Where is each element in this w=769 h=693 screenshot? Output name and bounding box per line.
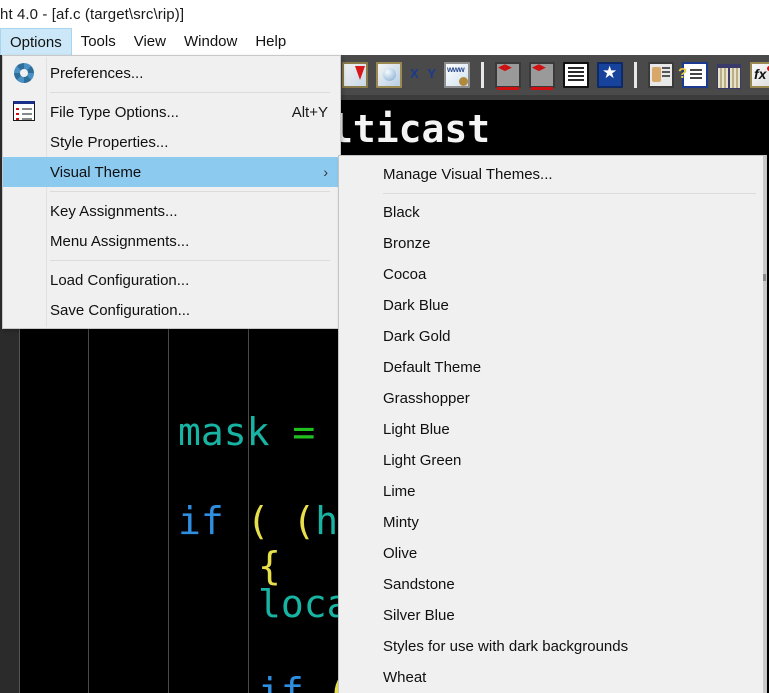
code-token: loca — [258, 582, 350, 626]
menu-item-load-configuration[interactable]: Load Configuration... — [3, 265, 340, 295]
options-dropdown-menu: Preferences... File Type Options... Alt+Y S… — [2, 55, 341, 329]
theme-item-label: Dark Gold — [383, 328, 451, 345]
theme-item-grasshopper[interactable]: Grasshopper — [339, 383, 766, 414]
menu-item-shortcut: Alt+Y — [291, 103, 328, 121]
menu-item-label: Load Configuration... — [50, 271, 190, 289]
theme-item-default-theme[interactable]: Default Theme — [339, 352, 766, 383]
menu-item-file-type-options[interactable]: File Type Options... Alt+Y — [3, 97, 340, 127]
code-token: ( — [246, 499, 293, 543]
theme-item-label: Styles for use with dark backgrounds — [383, 638, 629, 655]
theme-item-olive[interactable]: Olive — [339, 538, 766, 569]
theme-item-black[interactable]: Black — [339, 197, 766, 228]
theme-item-label: Cocoa — [383, 266, 427, 283]
theme-item-light-blue[interactable]: Light Blue — [339, 414, 766, 445]
code-line: if ( (ho — [178, 502, 361, 540]
theme-item-dark-gold[interactable]: Dark Gold — [339, 321, 766, 352]
menu-item-label: Preferences... — [50, 64, 144, 82]
theme-item-label: Dark Blue — [383, 297, 449, 314]
list-icon — [13, 101, 35, 123]
code-line: mask = ~ — [178, 413, 361, 451]
menubar-item-options[interactable]: Options — [0, 28, 72, 55]
theme-item-label: Black — [383, 204, 420, 221]
theme-item-bronze[interactable]: Bronze — [339, 228, 766, 259]
code-token: if — [258, 670, 327, 693]
theme-item-label: Default Theme — [383, 359, 482, 376]
menubar-item-help[interactable]: Help — [246, 28, 295, 55]
menu-item-visual-theme[interactable]: Visual Theme › — [3, 157, 340, 187]
menu-item-label: Save Configuration... — [50, 301, 191, 319]
theme-item-label: Bronze — [383, 235, 431, 252]
theme-item-label: Silver Blue — [383, 607, 455, 624]
code-token: mask — [178, 410, 293, 454]
menu-separator — [50, 260, 330, 261]
menu-item-label: Key Assignments... — [50, 202, 178, 220]
menubar-item-tools[interactable]: Tools — [72, 28, 125, 55]
submenu-separator — [383, 193, 756, 194]
application-window: lticast mask = ~ if ( (ho {loca if ( ht 4.0… — [0, 0, 769, 693]
theme-item-styles-for-use-with-dark-backgrounds[interactable]: Styles for use with dark backgrounds — [339, 631, 766, 662]
theme-item-minty[interactable]: Minty — [339, 507, 766, 538]
theme-item-wheat[interactable]: Wheat — [339, 662, 766, 693]
code-line: if ( — [258, 673, 350, 693]
theme-item-sandstone[interactable]: Sandstone — [339, 569, 766, 600]
theme-item-light-green[interactable]: Light Green — [339, 445, 766, 476]
menu-item-save-configuration[interactable]: Save Configuration... — [3, 295, 340, 325]
theme-item-cocoa[interactable]: Cocoa — [339, 259, 766, 290]
theme-item-manage-visual-themes[interactable]: Manage Visual Themes... — [339, 159, 766, 190]
menu-item-label: Menu Assignments... — [50, 232, 190, 250]
chevron-right-icon: › — [323, 164, 328, 180]
theme-item-label: Lime — [383, 483, 416, 500]
theme-item-silver-blue[interactable]: Silver Blue — [339, 600, 766, 631]
theme-item-label: Olive — [383, 545, 418, 562]
menu-item-menu-assignments[interactable]: Menu Assignments... — [3, 226, 340, 256]
code-line: { — [258, 547, 281, 585]
theme-item-label: Light Blue — [383, 421, 450, 438]
theme-item-label: Sandstone — [383, 576, 455, 593]
menubar-item-window[interactable]: Window — [175, 28, 246, 55]
menubar-item-view[interactable]: View — [125, 28, 175, 55]
theme-item-label: Manage Visual Themes... — [383, 166, 553, 183]
menu-item-key-assignments[interactable]: Key Assignments... — [3, 196, 340, 226]
menu-bar: Options Tools View Window Help — [0, 28, 769, 55]
menu-item-style-properties[interactable]: Style Properties... — [3, 127, 340, 157]
theme-item-lime[interactable]: Lime — [339, 476, 766, 507]
title-bar: ht 4.0 - [af.c (target\src\rip)] — [0, 0, 769, 28]
gear-icon — [13, 62, 35, 84]
menu-item-label: Visual Theme — [50, 163, 142, 181]
code-line: loca — [258, 585, 350, 623]
menu-separator — [50, 92, 330, 93]
gear-icon-glyph — [13, 62, 35, 84]
menu-item-label: Style Properties... — [50, 133, 169, 151]
visual-theme-submenu: Manage Visual Themes... Black Bronze Cocoa D… — [338, 155, 767, 693]
code-token: = — [292, 410, 339, 454]
submenu-scrollbar-thumb[interactable] — [763, 274, 766, 281]
menu-item-label: File Type Options... — [50, 103, 179, 121]
window-title: ht 4.0 - [af.c (target\src\rip)] — [0, 5, 185, 23]
theme-item-label: Wheat — [383, 669, 427, 686]
code-token: if — [178, 499, 247, 543]
theme-item-label: Minty — [383, 514, 419, 531]
submenu-scrollbar[interactable] — [763, 156, 766, 693]
editor-heading-text: lticast — [330, 107, 491, 151]
theme-item-dark-blue[interactable]: Dark Blue — [339, 290, 766, 321]
theme-item-label: Light Green — [383, 452, 462, 469]
menu-item-preferences[interactable]: Preferences... — [3, 58, 340, 88]
theme-item-label: Grasshopper — [383, 390, 470, 407]
menu-separator — [50, 191, 330, 192]
list-icon-glyph — [13, 101, 35, 121]
code-token: ( — [292, 499, 316, 543]
